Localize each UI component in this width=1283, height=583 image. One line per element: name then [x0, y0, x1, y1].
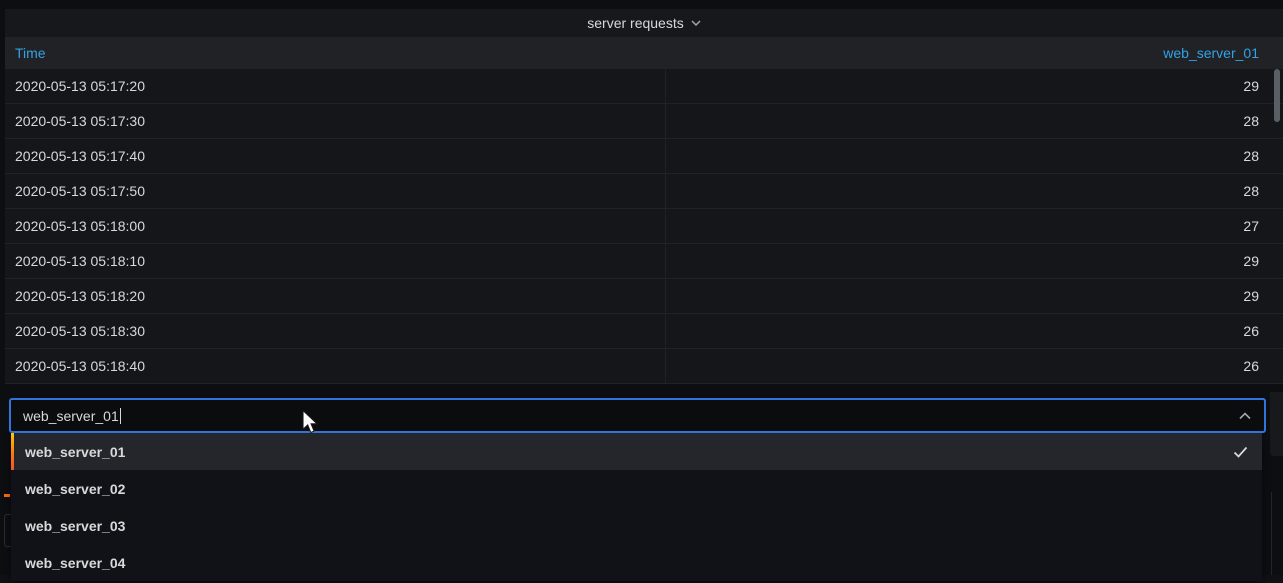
- table-row: 2020-05-13 05:18:1029: [5, 244, 1283, 279]
- value-cell: 28: [666, 139, 1283, 173]
- panel-header[interactable]: server requests: [5, 9, 1283, 37]
- option-web_server_01[interactable]: web_server_01: [11, 433, 1262, 470]
- time-cell: 2020-05-13 05:17:50: [5, 174, 666, 208]
- value-cell: 28: [666, 174, 1283, 208]
- time-cell: 2020-05-13 05:18:40: [5, 349, 666, 383]
- table-header-row: Time web_server_01: [5, 37, 1283, 69]
- table-row: 2020-05-13 05:17:3028: [5, 104, 1283, 139]
- occluded-graph-line-fragment: [4, 494, 10, 497]
- chevron-up-icon[interactable]: [1238, 412, 1252, 420]
- option-web_server_02[interactable]: web_server_02: [11, 470, 1262, 507]
- time-cell: 2020-05-13 05:18:20: [5, 279, 666, 313]
- server-select-input[interactable]: web_server_01: [9, 398, 1266, 433]
- table-row: 2020-05-13 05:18:0027: [5, 209, 1283, 244]
- time-cell: 2020-05-13 05:18:10: [5, 244, 666, 278]
- value-cell: 29: [666, 69, 1283, 103]
- column-header-time[interactable]: Time: [5, 37, 666, 69]
- checkmark-icon: [1233, 446, 1248, 458]
- table-row: 2020-05-13 05:18:3026: [5, 314, 1283, 349]
- occluded-panel-fragment: [1270, 392, 1283, 456]
- text-caret: [120, 408, 121, 424]
- option-label: web_server_02: [25, 481, 125, 497]
- option-web_server_03[interactable]: web_server_03: [11, 507, 1262, 544]
- time-cell: 2020-05-13 05:17:40: [5, 139, 666, 173]
- table-body: 2020-05-13 05:17:20292020-05-13 05:17:30…: [5, 69, 1283, 384]
- chevron-down-icon: [691, 20, 701, 26]
- select-dropdown-menu: web_server_01 web_server_02 web_server_03w…: [11, 433, 1262, 581]
- table-scrollbar-thumb[interactable]: [1274, 69, 1280, 122]
- table-row: 2020-05-13 05:18:2029: [5, 279, 1283, 314]
- table-row: 2020-05-13 05:17:5028: [5, 174, 1283, 209]
- table-panel: server requests Time web_server_01 2020-…: [5, 9, 1283, 384]
- option-label: web_server_04: [25, 555, 125, 571]
- value-cell: 27: [666, 209, 1283, 243]
- value-cell: 26: [666, 314, 1283, 348]
- occluded-panel-border-fragment: [1271, 492, 1272, 583]
- value-cell: 28: [666, 104, 1283, 138]
- time-cell: 2020-05-13 05:17:20: [5, 69, 666, 103]
- table-row: 2020-05-13 05:17:2029: [5, 69, 1283, 104]
- option-label: web_server_01: [25, 444, 125, 460]
- option-web_server_04[interactable]: web_server_04: [11, 544, 1262, 581]
- value-cell: 26: [666, 349, 1283, 383]
- option-label: web_server_03: [25, 518, 125, 534]
- select-input-value: web_server_01: [23, 408, 119, 424]
- table-row: 2020-05-13 05:17:4028: [5, 139, 1283, 174]
- grafana-dashboard-view: server requests Time web_server_01 2020-…: [0, 0, 1283, 583]
- table-row: 2020-05-13 05:18:4026: [5, 349, 1283, 384]
- value-cell: 29: [666, 279, 1283, 313]
- column-header-web-server-01[interactable]: web_server_01: [666, 37, 1283, 69]
- time-cell: 2020-05-13 05:17:30: [5, 104, 666, 138]
- time-cell: 2020-05-13 05:18:00: [5, 209, 666, 243]
- time-cell: 2020-05-13 05:18:30: [5, 314, 666, 348]
- panel-title: server requests: [587, 15, 683, 31]
- value-cell: 29: [666, 244, 1283, 278]
